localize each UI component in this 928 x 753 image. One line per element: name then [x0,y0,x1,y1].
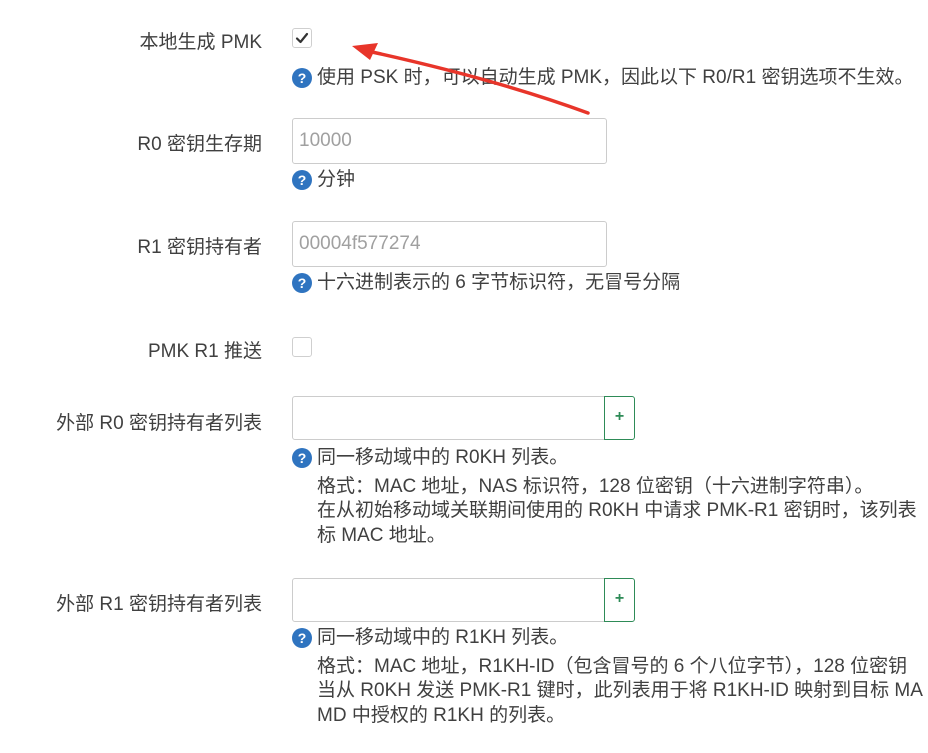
pmk-r1-push-checkbox[interactable] [292,337,312,357]
local-pmk-checkbox[interactable] [292,28,312,48]
r1-holder-input[interactable] [292,221,607,267]
r0kh-list-input[interactable] [292,396,605,440]
help-text-line: 标 MAC 地址。 [317,525,446,546]
r1kh-list-input[interactable] [292,578,605,622]
checkmark-icon [295,32,309,44]
r1kh-list-label: 外部 R1 密钥持有者列表 [56,594,262,615]
help-text: 使用 PSK 时，可以自动生成 PMK，因此以下 R0/R1 密钥选项不生效。 [317,67,914,88]
r1-holder-label: R1 密钥持有者 [137,237,262,258]
r0-lifetime-label: R0 密钥生存期 [137,134,262,155]
help-text-line: 格式：MAC 地址，R1KH-ID（包含冒号的 6 个八位字节），128 位密钥 [317,656,908,677]
help-text: 分钟 [317,169,356,190]
help-icon: ? [292,170,312,190]
help-text-line: 在从初始移动域关联期间使用的 R0KH 中请求 PMK-R1 密钥时，该列表 [317,500,917,521]
r0-lifetime-input[interactable] [292,118,607,164]
help-text-line: 同一移动域中的 R1KH 列表。 [317,627,569,648]
help-text-line: MD 中授权的 R1KH 的列表。 [317,705,566,726]
r1kh-add-button[interactable]: + [604,578,635,622]
r0kh-list-label: 外部 R0 密钥持有者列表 [56,413,262,434]
r0kh-add-button[interactable]: + [604,396,635,440]
help-icon: ? [292,628,312,648]
help-icon: ? [292,448,312,468]
pmk-r1-push-label: PMK R1 推送 [147,341,262,362]
help-icon: ? [292,273,312,293]
local-pmk-label: 本地生成 PMK [139,32,262,53]
help-text: 十六进制表示的 6 字节标识符，无冒号分隔 [317,272,681,293]
help-text-line: 当从 R0KH 发送 PMK-R1 键时，此列表用于将 R1KH-ID 映射到目… [317,680,923,701]
help-text-line: 格式：MAC 地址，NAS 标识符，128 位密钥（十六进制字符串）。 [317,476,874,497]
help-text-line: 同一移动域中的 R0KH 列表。 [317,447,569,468]
help-icon: ? [292,68,312,88]
